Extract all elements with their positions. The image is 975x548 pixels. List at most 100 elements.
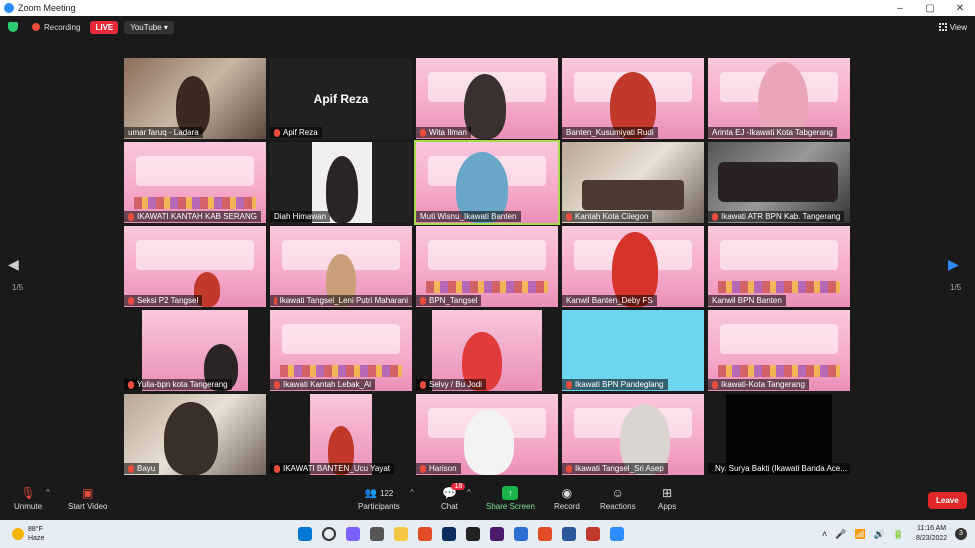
recording-dot-icon	[32, 23, 40, 31]
event-banner	[428, 240, 546, 270]
system-clock[interactable]: 11:16 AM 8/23/2022	[916, 524, 947, 544]
camera-app-icon[interactable]	[466, 527, 480, 541]
photoshop-icon[interactable]	[442, 527, 456, 541]
participant-video	[164, 402, 218, 475]
participant-name: IKAWATI KANTAH KAB SERANG	[124, 211, 262, 222]
weather-widget[interactable]: 88°F Haze	[12, 525, 44, 543]
zoom-logo-icon	[4, 3, 14, 13]
participants-icon: 👥 122	[364, 487, 394, 499]
premiere-icon[interactable]	[490, 527, 504, 541]
meeting-room-table	[582, 180, 684, 210]
video-tile[interactable]: Apif Reza Apif Reza	[270, 58, 412, 139]
battery-icon[interactable]: 🔋	[893, 529, 904, 540]
apps-button[interactable]: ⊞ Apps	[658, 486, 676, 511]
record-button[interactable]: ◉ Record	[554, 486, 580, 511]
video-tile[interactable]: Ikawati-Kota Tangerang	[708, 310, 850, 391]
live-badge[interactable]: LIVE	[90, 20, 119, 34]
video-tile[interactable]: Seksi P2 Tangsel	[124, 226, 266, 307]
participant-name: Ikawati ATR BPN Kab. Tangerang	[708, 211, 845, 222]
video-tile[interactable]: Ikawati Kantah Lebak_Al	[270, 310, 412, 391]
encryption-shield-icon[interactable]	[8, 22, 18, 32]
next-page-arrow-icon[interactable]: ▶	[948, 256, 959, 273]
wifi-icon[interactable]: 📶	[854, 529, 865, 540]
leave-button[interactable]: Leave	[928, 492, 967, 509]
chat-button[interactable]: 💬 18 Chat	[441, 483, 466, 511]
previous-page-arrow-icon[interactable]: ◀	[8, 256, 19, 273]
zoom-taskbar-icon[interactable]	[610, 527, 624, 541]
video-tile[interactable]: umar faruq - Ladara	[124, 58, 266, 139]
view-label: View	[949, 22, 967, 32]
video-tile[interactable]: Ikawati Tangsel_Leni Putri Maharani	[270, 226, 412, 307]
participant-name: Arinta EJ -Ikawati Kota Tabgerang	[708, 127, 837, 138]
close-button[interactable]: ✕	[945, 3, 975, 14]
muted-mic-icon	[274, 380, 280, 389]
chrome-alt-icon[interactable]	[538, 527, 552, 541]
muted-mic-icon	[128, 296, 134, 305]
active-speaker-tile[interactable]: Muti Wisnu_Ikawati Banten	[414, 140, 560, 225]
video-tile[interactable]: Diah Himawan	[270, 142, 412, 223]
video-tile[interactable]: Harison	[416, 394, 558, 475]
muted-mic-icon	[128, 464, 134, 473]
video-tile[interactable]: Kantah Kota Cilegon	[562, 142, 704, 223]
stream-label: YouTube	[130, 22, 162, 32]
chrome-profile-icon[interactable]	[514, 527, 528, 541]
video-tile[interactable]: Ny. Surya Bakti (Ikawati Banda Ace...	[708, 394, 850, 475]
teams-chat-icon[interactable]	[346, 527, 360, 541]
participants-count: 122	[379, 488, 394, 498]
participants-button[interactable]: 👥 122 Participants	[358, 486, 400, 512]
unmute-button[interactable]: 🎙 Unmute	[14, 486, 42, 511]
event-graphic	[426, 281, 548, 293]
video-tile[interactable]: IKAWATI KANTAH KAB SERANG	[124, 142, 266, 223]
search-icon[interactable]	[322, 527, 336, 541]
video-tile[interactable]: Yulia-bpn kota Tangerang	[124, 310, 266, 391]
muted-mic-icon	[712, 212, 718, 221]
notification-count-badge[interactable]: 3	[955, 528, 967, 540]
participant-name: Yulia-bpn kota Tangerang	[124, 379, 232, 390]
video-tile[interactable]: IKAWATI BANTEN_Ucu Yayat	[270, 394, 412, 475]
acrobat-icon[interactable]	[586, 527, 600, 541]
muted-mic-icon	[566, 464, 572, 473]
audio-options-chevron-icon[interactable]: ^	[46, 488, 50, 497]
reactions-label: Reactions	[600, 502, 636, 511]
video-tile[interactable]: Kanwil BPN Banten	[708, 226, 850, 307]
participant-video	[464, 410, 514, 475]
view-button[interactable]: View	[938, 22, 967, 32]
video-tile[interactable]: Wita Ilman	[416, 58, 558, 139]
video-tile[interactable]: BPN_Tangsel	[416, 226, 558, 307]
participant-name: umar faruq - Ladara	[124, 127, 203, 138]
video-tile[interactable]: Bayu	[124, 394, 266, 475]
widgets-icon[interactable]	[370, 527, 384, 541]
minimize-button[interactable]: –	[885, 3, 915, 14]
chrome-icon[interactable]	[418, 527, 432, 541]
participant-name: Bayu	[124, 463, 160, 474]
video-tile[interactable]: Selvy / Bu Jodi	[416, 310, 558, 391]
video-tile[interactable]: Ikawati BPN Pandeglang	[562, 310, 704, 391]
muted-mic-icon	[420, 128, 426, 137]
muted-mic-icon	[566, 380, 572, 389]
record-label: Record	[554, 502, 580, 511]
volume-icon[interactable]: 🔊	[874, 529, 885, 540]
word-icon[interactable]	[562, 527, 576, 541]
muted-mic-icon	[128, 212, 134, 221]
muted-mic-icon	[420, 464, 426, 473]
video-tile[interactable]: Kanwil Banten_Deby FS	[562, 226, 704, 307]
participant-name: Wita Ilman	[416, 127, 471, 138]
video-tile[interactable]: Banten_Kusumiyati Rudi	[562, 58, 704, 139]
participants-chevron-icon[interactable]: ^	[410, 488, 414, 497]
event-banner	[720, 240, 838, 270]
start-menu-icon[interactable]	[298, 527, 312, 541]
stream-dropdown[interactable]: YouTube ▾	[124, 20, 174, 34]
share-screen-button[interactable]: ↑ Share Screen	[486, 486, 535, 511]
participant-name: Kanwil Banten_Deby FS	[562, 295, 657, 306]
file-explorer-icon[interactable]	[394, 527, 408, 541]
video-tile[interactable]: Ikawati ATR BPN Kab. Tangerang	[708, 142, 850, 223]
microphone-tray-icon[interactable]: 🎤	[835, 529, 846, 540]
chat-chevron-icon[interactable]: ^	[467, 488, 471, 497]
start-video-button[interactable]: ▣ Start Video	[68, 486, 107, 511]
video-tile[interactable]: Arinta EJ -Ikawati Kota Tabgerang	[708, 58, 850, 139]
maximize-button[interactable]: ▢	[915, 3, 945, 14]
reactions-button[interactable]: ☺ Reactions	[600, 486, 636, 511]
chat-icon: 💬 18	[441, 483, 466, 500]
tray-overflow-chevron-icon[interactable]: ˄	[822, 529, 827, 540]
video-tile[interactable]: Ikawati Tangsel_Sri Asep	[562, 394, 704, 475]
